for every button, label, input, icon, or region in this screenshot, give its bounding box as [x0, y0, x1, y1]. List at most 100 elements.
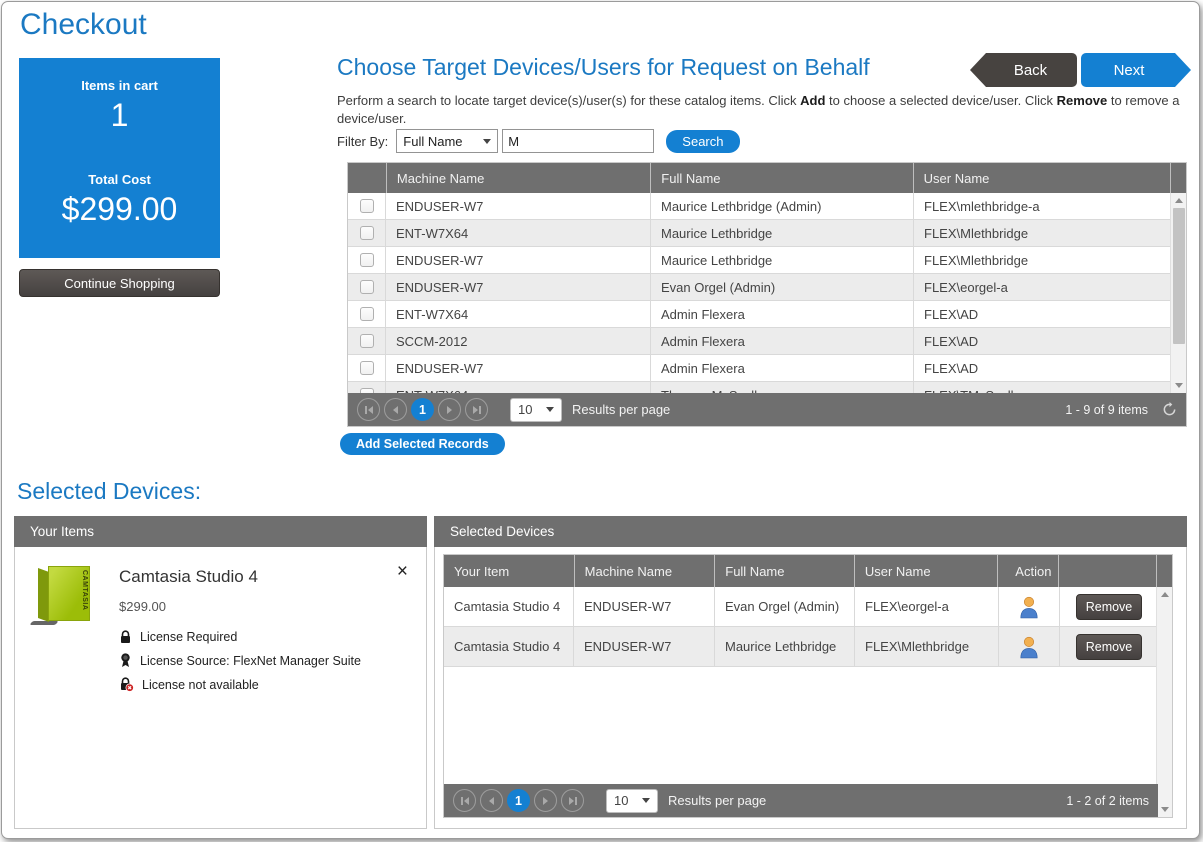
filter-row: Filter By: Full Name Search — [337, 129, 740, 153]
instructions-bold-add: Add — [800, 93, 825, 108]
full-name-cell: Evan Orgel (Admin) — [651, 274, 914, 300]
scroll-down-icon[interactable] — [1171, 378, 1186, 393]
checkbox-cell — [348, 247, 386, 273]
table-row[interactable]: ENDUSER-W7 Admin Flexera FLEX\AD — [348, 355, 1186, 382]
back-button[interactable]: Back — [970, 53, 1077, 87]
table-row[interactable]: SCCM-2012 Admin Flexera FLEX\AD — [348, 328, 1186, 355]
user-person-icon[interactable] — [1018, 595, 1040, 619]
row-checkbox[interactable] — [360, 253, 374, 267]
previous-page-button[interactable] — [480, 789, 503, 812]
chevron-down-icon — [642, 798, 650, 803]
page-size-value: 10 — [614, 793, 642, 808]
your-item-cell: Camtasia Studio 4 — [444, 587, 574, 626]
checkbox-cell — [348, 274, 386, 300]
your-item-column-header[interactable]: Your Item — [444, 555, 574, 587]
device-table-body: ENDUSER-W7 Maurice Lethbridge (Admin) FL… — [348, 193, 1186, 393]
remove-button[interactable]: Remove — [1076, 594, 1142, 620]
current-page-button[interactable]: 1 — [507, 789, 530, 812]
filter-dropdown[interactable]: Full Name — [396, 129, 498, 153]
scroll-up-icon[interactable] — [1157, 587, 1172, 602]
table-row[interactable]: ENDUSER-W7 Maurice Lethbridge FLEX\Mleth… — [348, 247, 1186, 274]
search-button[interactable]: Search — [666, 130, 739, 153]
full-name-cell: Maurice Lethbridge — [651, 220, 914, 246]
checkbox-cell — [348, 355, 386, 381]
full-name-cell: Evan Orgel (Admin) — [715, 587, 855, 626]
license-unavailable-text: License not available — [142, 678, 259, 692]
machine-name-column-header[interactable]: Machine Name — [574, 555, 715, 587]
row-checkbox[interactable] — [360, 280, 374, 294]
full-name-column-header[interactable]: Full Name — [650, 163, 912, 193]
chevron-down-icon — [546, 407, 554, 412]
user-name-cell: FLEX\Mlethbridge — [914, 220, 1172, 246]
license-unavailable-row: License not available — [119, 677, 393, 692]
license-source-text: License Source: FlexNet Manager Suite — [140, 654, 361, 668]
machine-name-cell: ENDUSER-W7 — [386, 274, 651, 300]
license-required-text: License Required — [140, 630, 237, 644]
full-name-cell: Thomas McScully — [651, 382, 914, 393]
table-row[interactable]: ENT-W7X64 Thomas McScully FLEX\TMcScully — [348, 382, 1186, 393]
next-page-button[interactable] — [438, 398, 461, 421]
continue-shopping-button[interactable]: Continue Shopping — [19, 269, 220, 297]
machine-name-cell: ENDUSER-W7 — [386, 193, 651, 219]
row-checkbox[interactable] — [360, 361, 374, 375]
remove-item-close-icon[interactable]: × — [393, 563, 412, 692]
row-checkbox[interactable] — [360, 226, 374, 240]
selected-devices-table: Your Item Machine Name Full Name User Na… — [443, 554, 1173, 818]
checkbox-column-header — [348, 163, 386, 193]
chevron-down-icon — [483, 139, 491, 144]
table-row[interactable]: ENT-W7X64 Maurice Lethbridge FLEX\Mlethb… — [348, 220, 1186, 247]
vertical-scrollbar[interactable] — [1156, 587, 1172, 817]
add-selected-records-button[interactable]: Add Selected Records — [340, 433, 505, 455]
selected-devices-panel-body: Your Item Machine Name Full Name User Na… — [434, 547, 1187, 829]
page-size-dropdown[interactable]: 10 — [606, 789, 658, 813]
next-page-button[interactable] — [534, 789, 557, 812]
table-row[interactable]: ENDUSER-W7 Maurice Lethbridge (Admin) FL… — [348, 193, 1186, 220]
user-name-column-header[interactable]: User Name — [913, 163, 1170, 193]
scroll-up-icon[interactable] — [1171, 193, 1186, 208]
action-column-header[interactable]: Action — [997, 555, 1058, 587]
search-input[interactable] — [502, 129, 654, 153]
table-row[interactable]: Camtasia Studio 4 ENDUSER-W7 Evan Orgel … — [444, 587, 1172, 627]
machine-name-cell: ENT-W7X64 — [386, 301, 651, 327]
last-page-button[interactable] — [561, 789, 584, 812]
row-checkbox[interactable] — [360, 199, 374, 213]
checkout-page: Checkout Items in cart 1 Total Cost $299… — [1, 1, 1200, 839]
full-name-cell: Admin Flexera — [651, 355, 914, 381]
table-row[interactable]: Camtasia Studio 4 ENDUSER-W7 Maurice Let… — [444, 627, 1172, 667]
vertical-scrollbar[interactable] — [1170, 193, 1186, 393]
instructions-line2: device/user. — [337, 111, 406, 126]
table-row[interactable]: ENT-W7X64 Admin Flexera FLEX\AD — [348, 301, 1186, 328]
your-items-panel-header: Your Items — [14, 516, 427, 547]
row-checkbox[interactable] — [360, 388, 374, 393]
current-page-button[interactable]: 1 — [411, 398, 434, 421]
remove-button[interactable]: Remove — [1076, 634, 1142, 660]
scrollbar-thumb[interactable] — [1173, 208, 1185, 344]
first-page-button[interactable] — [357, 398, 380, 421]
scrollbar-column-header — [1156, 555, 1172, 587]
checkbox-cell — [348, 301, 386, 327]
full-name-column-header[interactable]: Full Name — [714, 555, 854, 587]
next-button[interactable]: Next — [1081, 53, 1191, 87]
row-checkbox[interactable] — [360, 334, 374, 348]
row-checkbox[interactable] — [360, 307, 374, 321]
machine-name-column-header[interactable]: Machine Name — [386, 163, 650, 193]
last-page-button[interactable] — [465, 398, 488, 421]
machine-name-cell: SCCM-2012 — [386, 328, 651, 354]
page-size-dropdown[interactable]: 10 — [510, 398, 562, 422]
wizard-heading: Choose Target Devices/Users for Request … — [337, 54, 870, 81]
checkbox-cell — [348, 382, 386, 393]
previous-page-button[interactable] — [384, 398, 407, 421]
instructions-part1: Perform a search to locate target device… — [337, 93, 800, 108]
first-page-button[interactable] — [453, 789, 476, 812]
checkbox-cell — [348, 328, 386, 354]
user-person-icon[interactable] — [1018, 635, 1040, 659]
your-items-panel: Your Items CAMTASIA Camtasia Studio 4 $2… — [14, 516, 427, 829]
user-name-column-header[interactable]: User Name — [854, 555, 998, 587]
checkbox-cell — [348, 193, 386, 219]
full-name-cell: Maurice Lethbridge (Admin) — [651, 193, 914, 219]
user-name-cell: FLEX\AD — [914, 328, 1172, 354]
scroll-down-icon[interactable] — [1157, 802, 1172, 817]
table-row[interactable]: ENDUSER-W7 Evan Orgel (Admin) FLEX\eorge… — [348, 274, 1186, 301]
selected-table-body: Camtasia Studio 4 ENDUSER-W7 Evan Orgel … — [444, 587, 1172, 784]
refresh-icon[interactable] — [1162, 402, 1177, 417]
